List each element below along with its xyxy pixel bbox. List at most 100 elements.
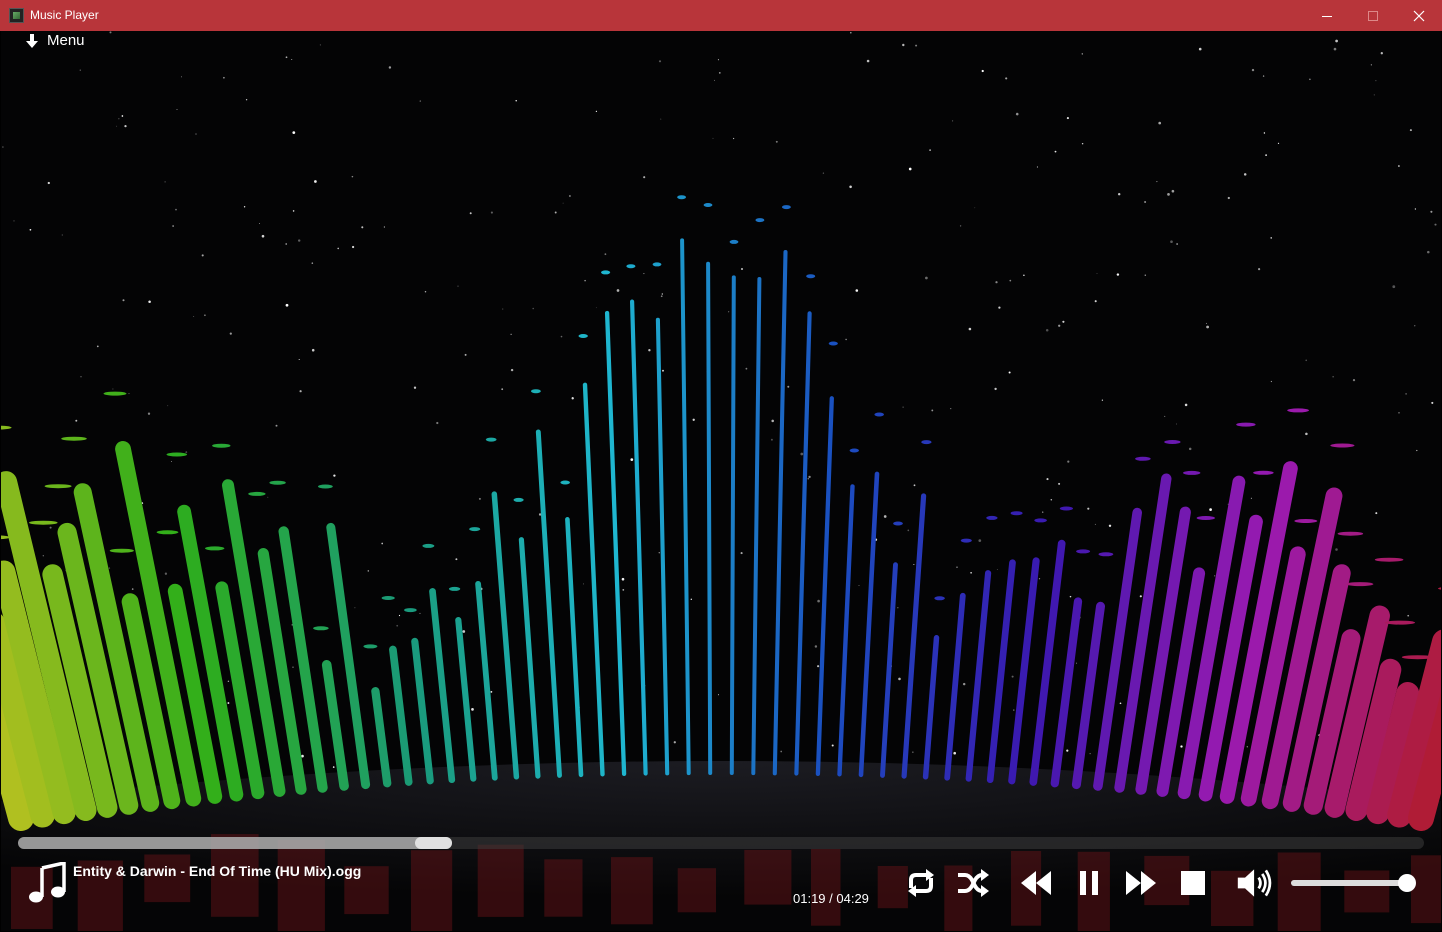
star — [1416, 449, 1418, 452]
pause-button[interactable] — [1070, 864, 1108, 902]
seek-bar-thumb[interactable] — [415, 837, 452, 849]
stop-button[interactable] — [1174, 864, 1212, 902]
star — [915, 44, 918, 47]
seek-bar[interactable] — [18, 837, 1424, 849]
star — [1227, 503, 1229, 505]
star — [1246, 746, 1248, 748]
repeat-button[interactable] — [902, 864, 940, 902]
spectrum-bar — [535, 429, 562, 778]
spectrum-peak-cap — [1374, 557, 1404, 562]
star — [388, 66, 392, 69]
spectrum-peak-cap — [1337, 531, 1364, 536]
spectrum-peak-cap — [1384, 620, 1416, 625]
volume-slider-thumb[interactable] — [1398, 874, 1416, 892]
spectrum-peak-cap — [1287, 408, 1309, 413]
menu-button[interactable]: Menu — [25, 32, 85, 49]
star — [728, 311, 730, 313]
shuffle-button[interactable] — [954, 864, 992, 902]
star — [912, 751, 914, 753]
spectrum-bar — [680, 238, 691, 776]
star — [616, 289, 620, 292]
star — [1262, 75, 1265, 77]
spectrum-stub — [1344, 870, 1390, 913]
volume-slider[interactable] — [1291, 874, 1416, 892]
app-icon — [9, 8, 24, 23]
volume-button[interactable] — [1236, 864, 1274, 902]
close-button[interactable] — [1396, 0, 1442, 31]
star — [398, 614, 401, 617]
spectrum-peak-cap — [1196, 516, 1216, 520]
star — [1251, 68, 1255, 72]
menu-label: Menu — [47, 32, 85, 49]
spectrum-bar — [901, 493, 927, 779]
star — [866, 59, 870, 63]
star — [1087, 507, 1090, 510]
star — [1370, 64, 1372, 66]
previous-button[interactable] — [1017, 864, 1055, 902]
star — [643, 273, 645, 275]
window-title: Music Player — [30, 8, 99, 22]
spectrum-peak-cap — [363, 644, 378, 649]
star — [1054, 150, 1057, 153]
star — [204, 314, 206, 317]
star — [1180, 745, 1183, 748]
star — [1335, 548, 1338, 551]
star — [333, 474, 336, 477]
star — [1075, 662, 1078, 664]
star — [1375, 512, 1378, 515]
spectrum-peak-cap — [485, 437, 497, 442]
spectrum-peak-cap — [601, 270, 611, 275]
star — [245, 99, 248, 101]
star — [275, 424, 278, 427]
music-note-icon — [29, 862, 66, 903]
star — [902, 43, 905, 47]
star — [337, 247, 339, 250]
star — [902, 406, 904, 408]
spectrum-stub — [811, 849, 841, 926]
spectrum-bar — [565, 516, 584, 778]
minimize-button[interactable] — [1304, 0, 1350, 31]
star — [1427, 250, 1430, 254]
spectrum-bar — [455, 616, 477, 782]
spectrum-peak-cap — [828, 341, 838, 346]
star — [1265, 154, 1267, 156]
spectrum-peak-cap — [1183, 470, 1201, 475]
star — [469, 212, 472, 215]
star — [193, 316, 195, 318]
star — [292, 666, 294, 668]
star — [745, 367, 748, 370]
star — [780, 750, 783, 753]
star — [285, 56, 288, 59]
star — [1263, 132, 1266, 134]
spectrum-peak-cap — [103, 391, 127, 396]
spectrum-bar — [655, 317, 670, 776]
star — [978, 539, 982, 542]
star — [171, 461, 172, 462]
star — [584, 279, 586, 282]
star — [96, 345, 99, 348]
next-button[interactable] — [1122, 864, 1160, 902]
star — [658, 60, 662, 63]
star — [855, 289, 859, 292]
star — [925, 276, 928, 280]
maximize-button[interactable] — [1350, 0, 1396, 31]
star — [1042, 511, 1044, 513]
star — [1227, 196, 1230, 200]
spectrum-stub — [611, 857, 653, 925]
star — [1170, 240, 1173, 244]
star — [1167, 193, 1170, 196]
star — [285, 243, 288, 245]
spectrum-peak-cap — [156, 530, 179, 535]
spectrum-peak-cap — [469, 527, 481, 532]
star — [1407, 614, 1410, 617]
star — [1250, 497, 1252, 499]
star — [560, 335, 563, 338]
track-name: Entity & Darwin - End Of Time (HU Mix).o… — [73, 863, 362, 879]
spectrum-stub — [477, 844, 524, 917]
spectrum-peak-cap — [849, 448, 859, 453]
spectrum-peak-cap — [1098, 552, 1114, 557]
stop-icon — [1181, 871, 1205, 895]
star — [1414, 325, 1416, 327]
star — [913, 484, 916, 487]
star — [1081, 53, 1084, 55]
